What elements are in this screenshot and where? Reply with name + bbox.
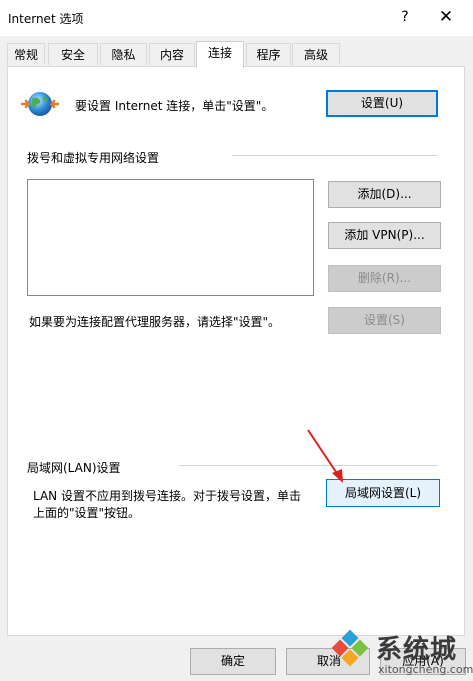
dialup-divider xyxy=(232,155,438,156)
proxy-instruction: 如果要为连接配置代理服务器，请选择"设置"。 xyxy=(29,315,281,329)
watermark: 系统城 xitongcheng.com xyxy=(320,620,473,681)
annotation-arrow xyxy=(307,429,343,483)
connections-list[interactable] xyxy=(27,179,314,296)
tab-advanced[interactable]: 高级 xyxy=(292,43,340,65)
window-title: Internet 选项 xyxy=(8,12,84,26)
title-bar: Internet 选项 ? ✕ xyxy=(0,0,473,36)
tab-content[interactable]: 内容 xyxy=(149,43,195,65)
lan-description-line2: 上面的"设置"按钮。 xyxy=(33,506,141,520)
dialup-heading: 拨号和虚拟专用网络设置 xyxy=(27,151,160,165)
watermark-text: 系统城 xyxy=(376,635,458,665)
ok-button[interactable]: 确定 xyxy=(190,648,276,675)
watermark-logo-icon xyxy=(331,629,369,667)
globe-network-icon xyxy=(20,92,60,116)
close-button[interactable]: ✕ xyxy=(426,4,466,30)
tab-general[interactable]: 常规 xyxy=(7,43,45,65)
tab-privacy[interactable]: 隐私 xyxy=(100,43,147,65)
remove-button[interactable]: 删除(R)... xyxy=(328,265,441,292)
tab-security[interactable]: 安全 xyxy=(48,43,98,65)
setup-instruction: 要设置 Internet 连接，单击"设置"。 xyxy=(75,99,274,113)
add-button[interactable]: 添加(D)... xyxy=(328,181,441,208)
lan-description-line1: LAN 设置不应用到拨号连接。对于拨号设置，单击 xyxy=(33,489,301,503)
watermark-url: xitongcheng.com xyxy=(378,663,473,676)
tab-programs[interactable]: 程序 xyxy=(246,43,291,65)
lan-heading: 局域网(LAN)设置 xyxy=(27,461,121,475)
add-vpn-button[interactable]: 添加 VPN(P)... xyxy=(328,222,441,249)
setup-button[interactable]: 设置(U) xyxy=(326,90,438,117)
dialup-settings-button[interactable]: 设置(S) xyxy=(328,307,441,334)
help-button[interactable]: ? xyxy=(388,4,422,30)
tab-connections[interactable]: 连接 xyxy=(196,41,244,68)
